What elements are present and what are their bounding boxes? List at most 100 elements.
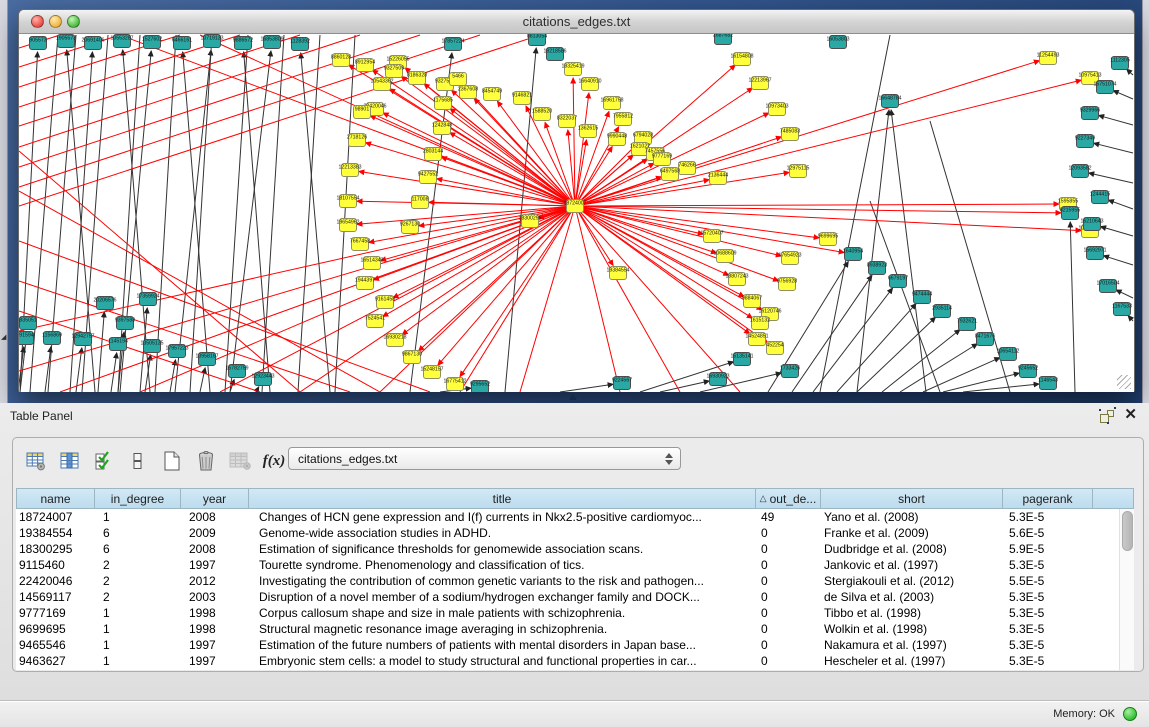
graph-node[interactable]: 1733426 [780, 365, 800, 378]
table-options-icon[interactable] [21, 447, 51, 475]
graph-node[interactable]: 6466161 [172, 37, 192, 50]
collapsed-panel-arrow[interactable]: ◢ [1, 334, 6, 341]
graph-node[interactable]: 20691406 [81, 37, 104, 50]
function-builder-icon[interactable]: f(x) [259, 447, 289, 475]
graph-node[interactable]: 8938923 [867, 262, 887, 275]
table-row[interactable]: 946362711997Embryonic stem cells: a mode… [16, 653, 1119, 669]
graph-node[interactable]: 16930218 [383, 334, 406, 347]
graph-node[interactable]: 1156869 [42, 332, 62, 345]
graph-node[interactable]: 2935114 [932, 305, 952, 318]
graph-node[interactable]: 1242848 [432, 122, 452, 135]
graph-node[interactable]: 14524851 [745, 333, 768, 346]
graph-node[interactable]: 16053803 [826, 36, 849, 49]
column-header-out_degree[interactable]: △out_de... [756, 488, 821, 509]
graph-node[interactable]: 835051 [19, 317, 36, 330]
graph-node[interactable]: 5466 [450, 73, 467, 86]
graph-node[interactable]: 11254493 [1037, 52, 1060, 65]
graph-node[interactable]: 7932621 [957, 318, 977, 331]
graph-node[interactable]: 15248157 [420, 366, 443, 379]
select-rows-icon[interactable] [89, 447, 119, 475]
graph-node[interactable]: 15751074 [1093, 81, 1116, 94]
graph-node[interactable]: 1615132 [750, 317, 770, 330]
graph-node[interactable]: 15135141 [730, 353, 753, 366]
graph-node[interactable]: 9474444 [912, 291, 932, 304]
graph-node[interactable]: 2803144 [423, 148, 443, 161]
new-table-icon[interactable] [157, 447, 187, 475]
graph-node[interactable]: 19218586 [543, 48, 566, 61]
graph-node[interactable]: 20206576 [93, 297, 116, 310]
graph-node[interactable]: 8860128 [331, 54, 351, 67]
graph-node[interactable]: 9990448 [607, 133, 627, 146]
graph-node[interactable]: 1944397 [355, 277, 375, 290]
graph-node[interactable]: 9245652 [1018, 365, 1038, 378]
graph-node[interactable]: 9886572 [233, 37, 253, 50]
graph-node[interactable]: 9295652 [470, 381, 490, 393]
graph-node[interactable]: 7667458 [350, 238, 370, 251]
graph-node[interactable]: 2687682 [713, 34, 733, 45]
graph-node[interactable]: 2718126 [347, 134, 367, 147]
graph-node[interactable]: 1146543 [1038, 377, 1058, 390]
graph-node[interactable]: 16210643 [1080, 218, 1103, 231]
graph-node[interactable]: 8454749 [482, 88, 502, 101]
graph-node[interactable]: 18724007 [563, 200, 586, 213]
graph-node[interactable]: 1112305 [1110, 57, 1130, 70]
graph-node[interactable]: 746266 [678, 162, 695, 175]
table-row[interactable]: 977716911998Corpus callosum shape and si… [16, 605, 1119, 621]
column-header-pagerank[interactable]: pagerank [1003, 488, 1093, 509]
graph-node[interactable]: 15692971 [1083, 247, 1106, 260]
graph-node[interactable]: 9327509 [384, 65, 404, 78]
graph-node[interactable]: 9146821 [512, 92, 532, 105]
graph-node[interactable]: 98901 [354, 106, 371, 119]
column-header-name[interactable]: name [16, 488, 95, 509]
graph-node[interactable]: 9699695 [818, 233, 838, 246]
graph-node[interactable]: 1588520 [532, 108, 552, 121]
graph-node[interactable]: 12942757 [71, 333, 94, 346]
graph-node[interactable]: 9777169 [652, 153, 672, 166]
graph-node[interactable]: 1527602 [142, 36, 162, 49]
table-row[interactable]: 1830029562008Estimation of significance … [16, 541, 1119, 557]
graph-node[interactable]: 16775412 [443, 378, 466, 391]
column-header-year[interactable]: year [181, 488, 249, 509]
table-row[interactable]: 969969511998Structural magnetic resonanc… [16, 621, 1119, 637]
graph-node[interactable]: 16154808 [730, 53, 753, 66]
graph-node[interactable]: 1640954 [843, 248, 863, 261]
graph-node[interactable]: 18325419 [561, 63, 584, 76]
graph-node[interactable]: 13958167 [195, 353, 218, 366]
table-row[interactable]: 2242004622012Investigating the contribut… [16, 573, 1119, 589]
graph-node[interactable]: 1244415 [1090, 191, 1110, 204]
graph-node[interactable]: 452254 [766, 342, 783, 355]
graph-node[interactable]: 905573 [29, 37, 46, 50]
column-header-title[interactable]: title [249, 488, 756, 509]
table-row[interactable]: 946554611997Estimation of the future num… [16, 637, 1119, 653]
graph-node[interactable]: 8471676 [975, 333, 995, 346]
table-row[interactable]: 1872400712008Changes of HCN gene express… [16, 509, 1119, 525]
graph-node[interactable]: 13505135 [140, 340, 163, 353]
graph-node[interactable]: 2136444 [708, 172, 728, 185]
graph-node[interactable]: 9867130 [402, 351, 422, 364]
graph-node[interactable]: 16514343 [360, 257, 383, 270]
graph-node[interactable]: 18107554 [336, 195, 359, 208]
close-panel-icon[interactable]: ✕ [1124, 406, 1137, 424]
table-vertical-scrollbar[interactable] [1119, 509, 1134, 670]
graph-node[interactable]: 16930923 [706, 373, 729, 386]
graph-node[interactable]: 10973403 [765, 103, 788, 116]
graph-node[interactable]: 12093582 [1068, 165, 1091, 178]
graph-node[interactable]: 1145194 [108, 338, 128, 351]
graph-node[interactable]: 15720407 [700, 230, 723, 243]
show-columns-icon[interactable] [55, 447, 85, 475]
graph-node[interactable]: 6497568 [660, 168, 680, 181]
window-resize-grip[interactable] [1117, 375, 1131, 389]
table-row[interactable]: 911546021997Tourette syndrome. Phenomeno… [16, 557, 1119, 573]
graph-node[interactable]: 10654112 [997, 348, 1020, 361]
graph-node[interactable]: 10543362 [370, 78, 393, 91]
splitter-handle[interactable] [569, 394, 577, 400]
graph-node[interactable]: 8912954 [355, 59, 375, 72]
graph-node[interactable]: 8813054 [527, 34, 547, 46]
graph-node[interactable]: 9329966 [1080, 107, 1100, 120]
graph-node[interactable]: 10719133 [200, 35, 223, 48]
network-canvas[interactable]: 1872400788601288912954152260559327509105… [19, 34, 1134, 392]
graph-node[interactable]: 16640910 [578, 78, 601, 91]
graph-node[interactable]: 9756928 [777, 278, 797, 291]
memory-status-icon[interactable] [1123, 707, 1137, 721]
graph-node[interactable]: 1175685 [433, 97, 453, 110]
